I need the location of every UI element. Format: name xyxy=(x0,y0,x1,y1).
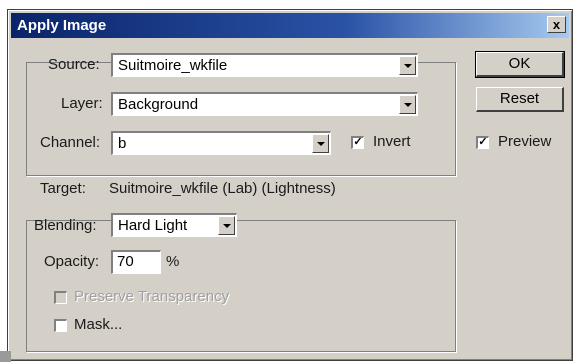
channel-value: b xyxy=(118,135,127,152)
blending-label: Blending: xyxy=(34,217,97,234)
preserve-transparency-checkbox xyxy=(54,291,67,304)
dialog-title: Apply Image xyxy=(17,17,107,34)
layer-select[interactable]: Background xyxy=(111,92,418,116)
apply-image-dialog: Apply Image x Source: Suitmoire_wkfile L… xyxy=(7,9,573,361)
close-button[interactable]: x xyxy=(547,16,566,33)
mask-checkbox[interactable] xyxy=(54,319,67,332)
layer-value: Background xyxy=(118,96,199,113)
reset-button[interactable]: Reset xyxy=(476,87,564,112)
source-value: Suitmoire_wkfile xyxy=(118,57,228,74)
chevron-down-icon[interactable] xyxy=(218,216,235,235)
invert-label[interactable]: Invert xyxy=(373,133,411,150)
channel-label: Channel: xyxy=(40,134,101,151)
ok-button[interactable]: OK xyxy=(475,51,565,78)
mask-label[interactable]: Mask... xyxy=(74,316,122,333)
target-value: Suitmoire_wkfile (Lab) (Lightness) xyxy=(109,180,336,197)
close-icon: x xyxy=(552,17,561,32)
preview-checkbox[interactable]: ✓ xyxy=(476,136,489,149)
source-select[interactable]: Suitmoire_wkfile xyxy=(111,53,418,77)
target-label: Target: xyxy=(40,180,86,197)
source-label: Source: xyxy=(48,56,100,73)
opacity-label: Opacity: xyxy=(44,253,100,270)
channel-select[interactable]: b xyxy=(111,131,331,155)
source-group xyxy=(26,62,456,176)
opacity-input[interactable]: 70 xyxy=(111,250,161,274)
layer-label: Layer: xyxy=(61,95,103,112)
chevron-down-icon[interactable] xyxy=(399,95,416,114)
opacity-unit: % xyxy=(166,253,180,270)
screen-corner xyxy=(0,351,11,362)
title-bar[interactable]: Apply Image x xyxy=(11,13,569,38)
blending-value: Hard Light xyxy=(118,217,188,234)
preserve-transparency-label: Preserve Transparency xyxy=(74,288,230,305)
blending-select[interactable]: Hard Light xyxy=(111,213,237,237)
chevron-down-icon[interactable] xyxy=(312,134,329,153)
invert-checkbox[interactable]: ✓ xyxy=(351,136,364,149)
preview-label[interactable]: Preview xyxy=(498,133,551,150)
chevron-down-icon[interactable] xyxy=(399,56,416,75)
